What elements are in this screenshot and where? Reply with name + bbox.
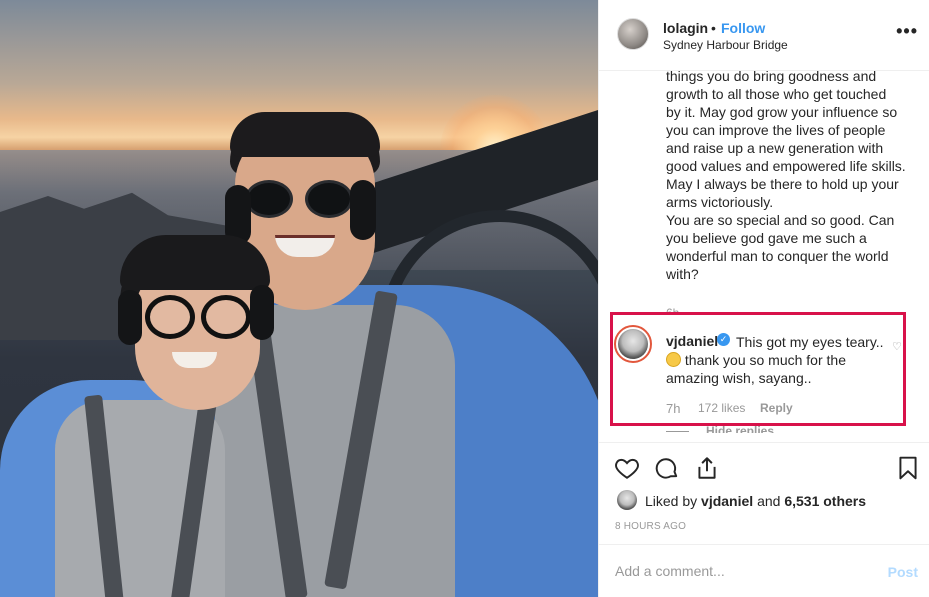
liked-by-text: Liked by vjdaniel and 6,531 others (645, 493, 867, 509)
caption-line: you can improve the lives of people (666, 122, 886, 138)
location-link[interactable]: Sydney Harbour Bridge (663, 38, 788, 52)
woman-beanie-top (120, 235, 270, 290)
caption-line: wonderful man to conquer the world (666, 248, 889, 264)
share-icon[interactable] (694, 455, 720, 481)
comment-time[interactable]: 7h (666, 401, 680, 416)
man-sunglasses (245, 180, 355, 220)
caption-line: with? (666, 266, 699, 282)
commenter-username[interactable]: vjdaniel (666, 333, 718, 349)
post-comment-button[interactable]: Post (888, 564, 918, 580)
comment-like-heart-icon[interactable]: ♡ (892, 340, 902, 353)
man-hair-top (230, 112, 380, 157)
headphone-icon (250, 285, 274, 340)
caption-line: by it. May god grow your influence so (666, 104, 898, 120)
commenter-avatar[interactable] (614, 325, 652, 363)
post-caption: things you do bring goodness and growth … (666, 58, 916, 283)
woman-glasses (145, 295, 255, 340)
author-avatar[interactable] (617, 18, 649, 50)
comment-icon[interactable] (654, 455, 680, 481)
follow-button[interactable]: Follow (721, 20, 765, 36)
caption-line: and raise up a new generation with (666, 140, 884, 156)
more-options-icon[interactable]: ••• (896, 22, 918, 40)
action-bar (599, 442, 929, 496)
liker-avatar[interactable] (617, 490, 637, 510)
crying-face-emoji-icon (666, 352, 681, 367)
caption-line: You are so special and so good. Can (666, 212, 895, 228)
comment-likes[interactable]: 172 likes (698, 401, 745, 415)
caption-line: good values and empowered life skills. (666, 158, 906, 174)
add-comment-bar: Post (599, 544, 929, 597)
reply-button[interactable]: Reply (760, 401, 793, 415)
post-photo[interactable] (0, 0, 598, 597)
verified-badge-icon: ✓ (717, 333, 730, 346)
bookmark-icon[interactable] (895, 455, 921, 481)
liker-username[interactable]: vjdaniel (701, 493, 753, 509)
caption-line: arms victoriously. (666, 194, 774, 210)
caption-line: things you do bring goodness and (666, 68, 877, 84)
hide-replies-button[interactable]: Hide replies (706, 424, 774, 433)
caption-line: growth to all those who get touched (666, 86, 887, 102)
headphone-icon (118, 290, 142, 345)
headphone-icon (350, 180, 376, 240)
post-sidebar: lolagin • Follow Sydney Harbour Bridge •… (598, 0, 929, 597)
caption-line: you believe god gave me such a (666, 230, 867, 246)
heart-icon[interactable] (614, 455, 640, 481)
caption-line-cut (666, 58, 916, 67)
post-timestamp[interactable]: 8 HOURS AGO (615, 521, 686, 532)
follow-separator: • (711, 20, 716, 36)
author-username[interactable]: lolagin (663, 20, 708, 36)
caption-line: May I always be there to hold up your (666, 176, 899, 192)
others-count[interactable]: 6,531 others (784, 493, 866, 509)
hide-replies-divider (666, 431, 689, 432)
comment-input[interactable] (615, 563, 875, 579)
